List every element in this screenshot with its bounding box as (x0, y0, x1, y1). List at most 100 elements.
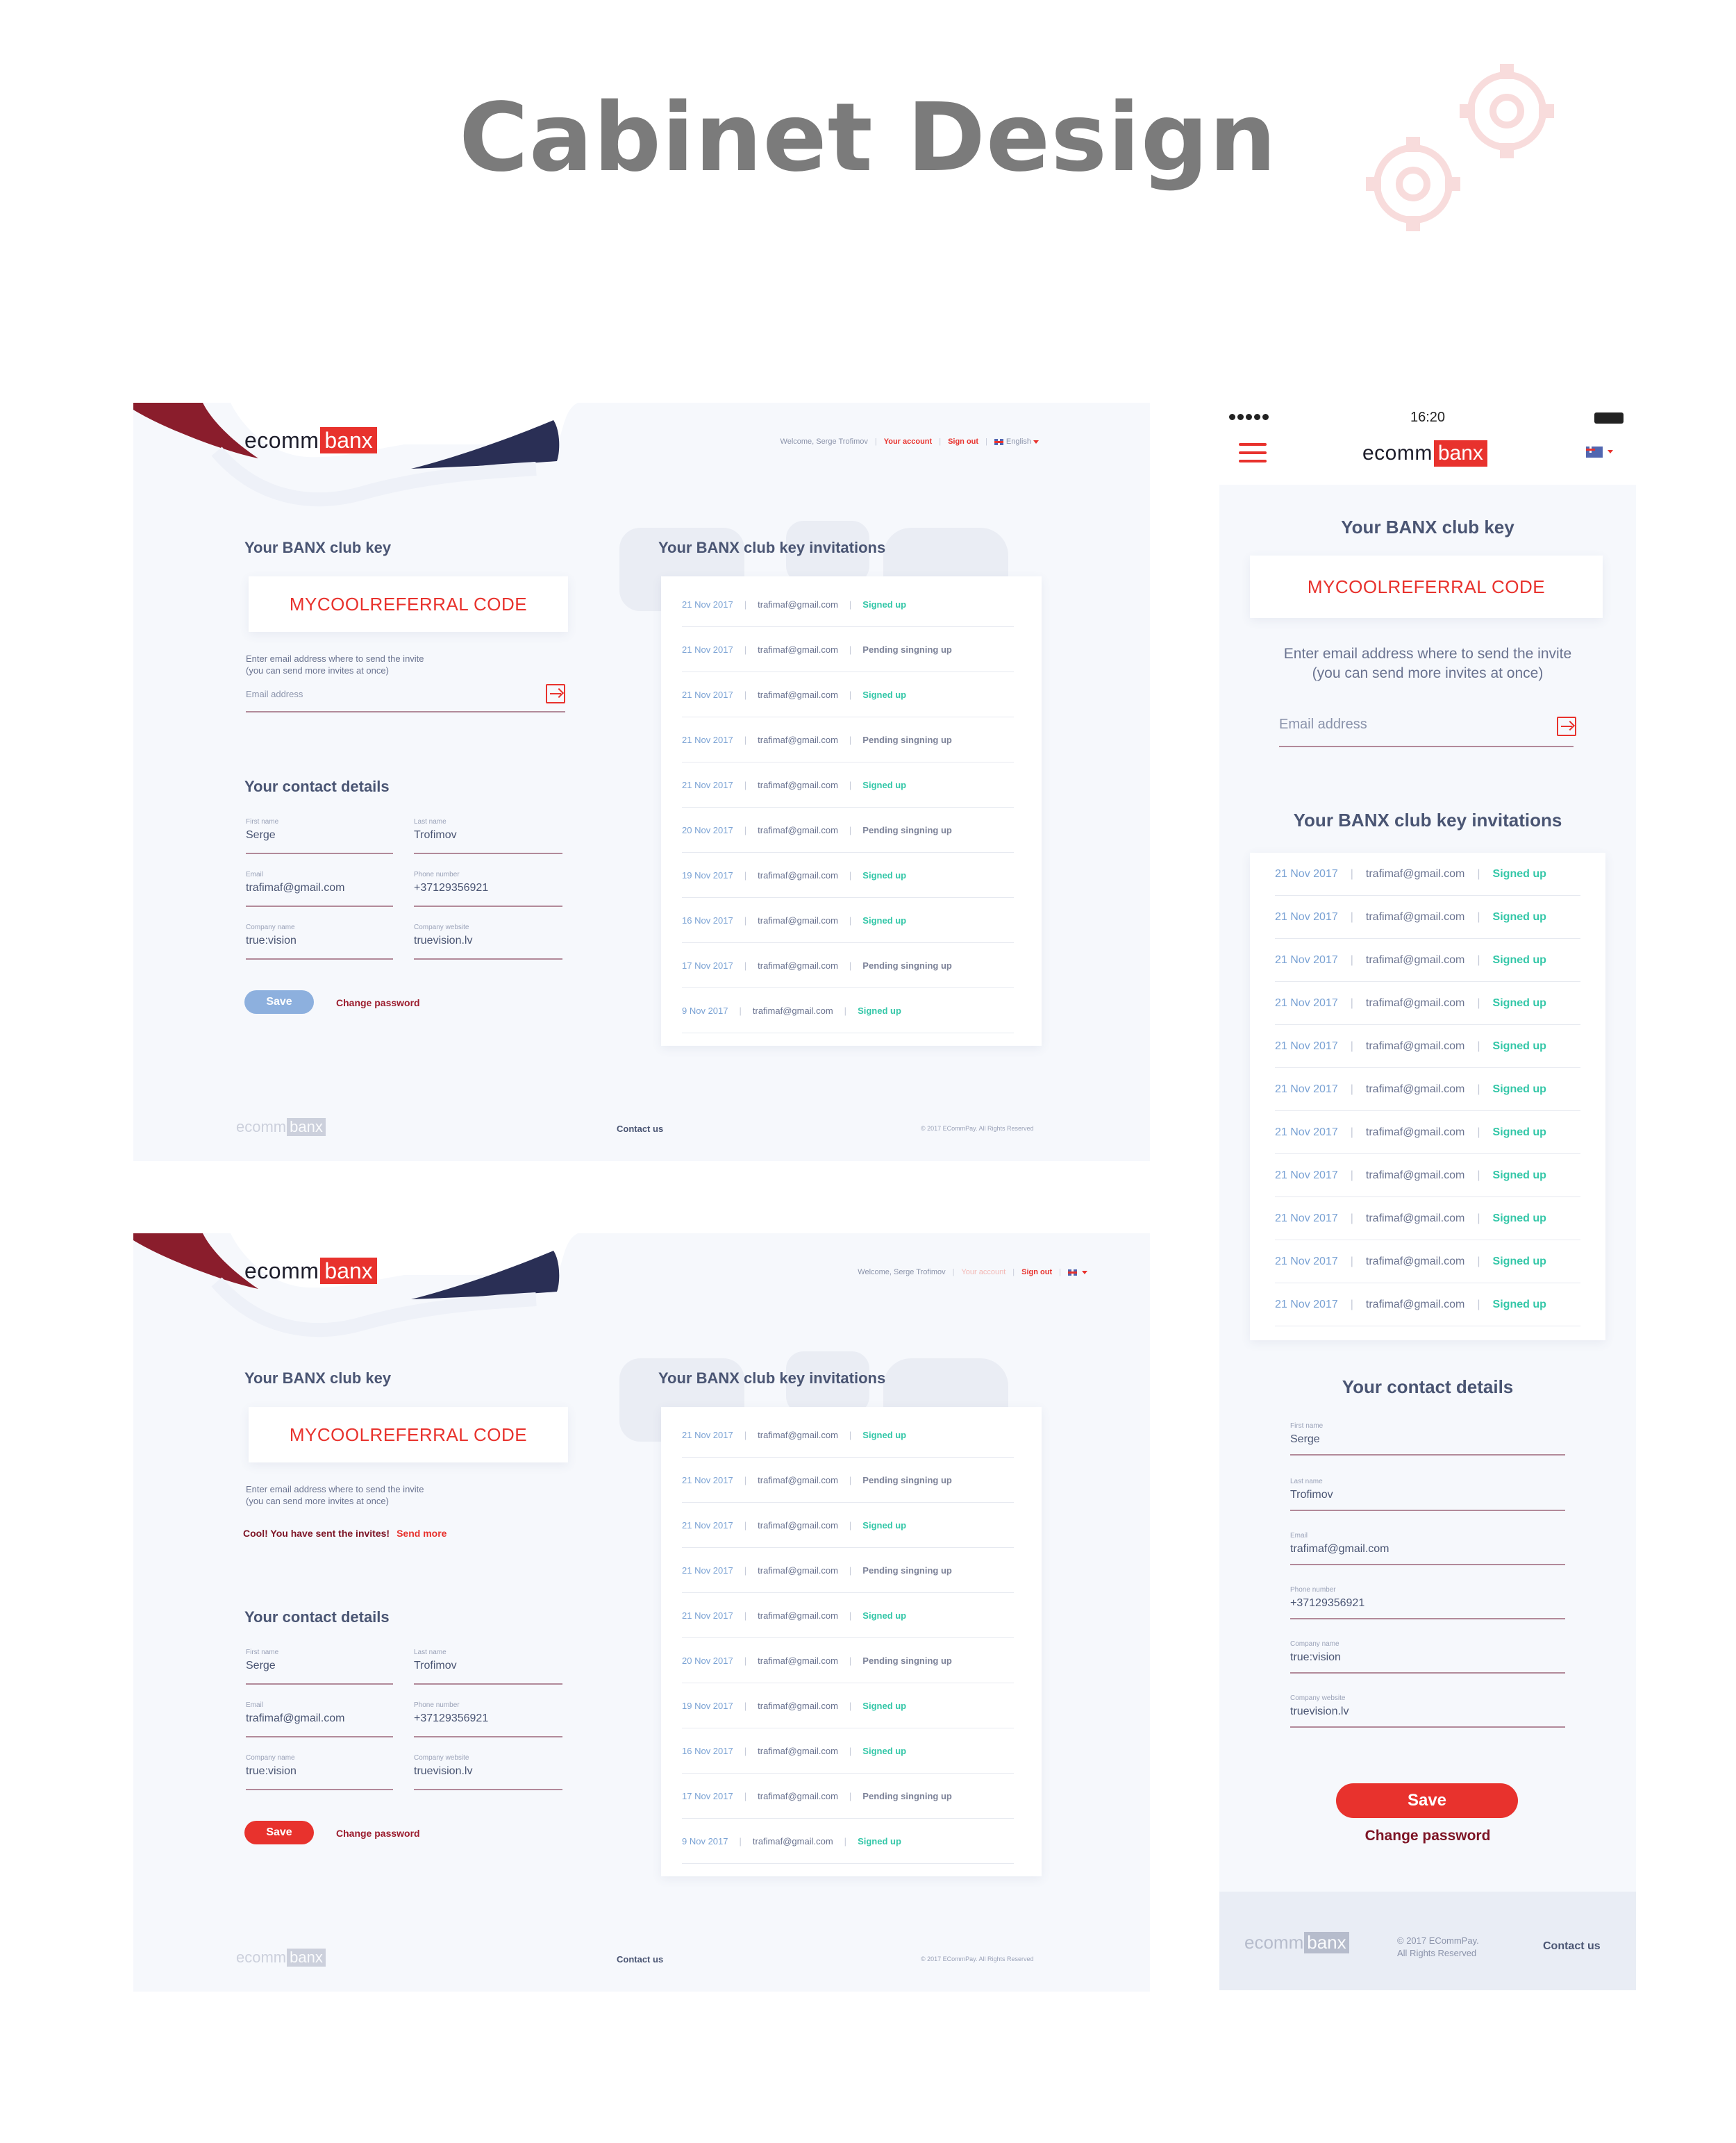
company-website-field[interactable]: Company website truevision.lv (414, 1754, 562, 1790)
contact-us-link[interactable]: Contact us (617, 1124, 663, 1134)
row-separator: | (849, 1790, 852, 1801)
last-name-field[interactable]: Last name Trofimov (414, 818, 562, 854)
change-password-link[interactable]: Change password (336, 1828, 420, 1839)
invitation-email: trafimaf@gmail.com (1365, 1040, 1465, 1052)
row-separator: | (1350, 953, 1353, 966)
last-name-field[interactable]: Last name Trofimov (1290, 1478, 1565, 1511)
row-separator: | (744, 734, 747, 745)
sign-out-link[interactable]: Sign out (1021, 1268, 1052, 1276)
chevron-down-icon (1082, 1270, 1087, 1274)
sign-out-link[interactable]: Sign out (948, 437, 978, 446)
invitation-date: 17 Nov 2017 (682, 960, 733, 971)
brand-logo[interactable]: ecomm banx (1362, 440, 1487, 467)
hamburger-menu-icon[interactable] (1239, 443, 1267, 464)
company-name-field[interactable]: Company name true:vision (1290, 1640, 1565, 1674)
invitation-email: trafimaf@gmail.com (758, 1565, 838, 1576)
uk-flag-icon (994, 438, 1003, 445)
referral-code-box[interactable]: MYCOOLREFERRAL CODE (249, 1407, 568, 1462)
language-select[interactable] (1068, 1268, 1087, 1276)
invitation-status: Signed up (1492, 1298, 1546, 1310)
language-select[interactable] (1586, 446, 1613, 458)
copyright-text: © 2017 ECommPay. All Rights Reserved (921, 1125, 1034, 1132)
last-name-field[interactable]: Last name Trofimov (414, 1649, 562, 1685)
invite-hint: Enter email address where to send the in… (246, 1484, 424, 1506)
copyright-text: © 2017 ECommPay. All Rights Reserved (921, 1956, 1034, 1962)
phone-field[interactable]: Phone number +37129356921 (414, 1701, 562, 1737)
invitation-date: 21 Nov 2017 (1275, 1126, 1338, 1138)
invitation-status: Signed up (862, 869, 907, 881)
invitations-title: Your BANX club key invitations (658, 539, 886, 556)
referral-code-box[interactable]: MYCOOLREFERRAL CODE (1250, 556, 1603, 618)
save-button[interactable]: Save (1336, 1783, 1518, 1818)
footer-logo[interactable]: ecomm banx (236, 1949, 326, 1967)
row-separator: | (744, 1519, 747, 1531)
row-separator: | (744, 1610, 747, 1621)
change-password-link[interactable]: Change password (336, 997, 420, 1008)
invitation-row: 17 Nov 2017 | trafimaf@gmail.com | Pending s… (682, 1774, 1014, 1819)
invitation-email: trafimaf@gmail.com (758, 1519, 838, 1531)
invite-email-field[interactable]: Email address (1279, 717, 1574, 747)
invitation-status: Pending singning up (862, 1474, 952, 1485)
invitation-status: Signed up (1492, 867, 1546, 880)
company-name-field[interactable]: Company name true:vision (246, 924, 393, 960)
company-name-field[interactable]: Company name true:vision (246, 1754, 393, 1790)
invitation-status: Signed up (862, 1700, 907, 1711)
invitation-date: 21 Nov 2017 (1275, 1298, 1338, 1310)
first-name-field[interactable]: First name Serge (246, 818, 393, 854)
referral-code-box[interactable]: MYCOOLREFERRAL CODE (249, 576, 568, 632)
invitation-status: Signed up (1492, 997, 1546, 1009)
invitation-status: Signed up (1492, 1083, 1546, 1095)
contact-us-link[interactable]: Contact us (1543, 1940, 1601, 1953)
row-separator: | (744, 1790, 747, 1801)
invitation-status: Pending singning up (862, 734, 952, 745)
invitation-email: trafimaf@gmail.com (1365, 1255, 1465, 1267)
nav-separator: | (874, 437, 877, 446)
welcome-text: Welcome, Serge Trofimov (858, 1268, 946, 1276)
invitation-email: trafimaf@gmail.com (1365, 1169, 1465, 1181)
phone-field[interactable]: Phone number +37129356921 (414, 871, 562, 907)
your-account-link[interactable]: Your account (961, 1268, 1005, 1276)
invitation-email: trafimaf@gmail.com (758, 599, 838, 610)
invite-email-field[interactable]: Email address (246, 689, 565, 712)
invitation-status: Pending singning up (862, 824, 952, 835)
company-website-field[interactable]: Company website truevision.lv (1290, 1694, 1565, 1728)
email-field[interactable]: Email trafimaf@gmail.com (246, 871, 393, 907)
email-field[interactable]: Email trafimaf@gmail.com (1290, 1532, 1565, 1565)
invitation-status: Signed up (862, 779, 907, 790)
email-field[interactable]: Email trafimaf@gmail.com (246, 1701, 393, 1737)
save-button[interactable]: Save (244, 990, 314, 1014)
company-website-field[interactable]: Company website truevision.lv (414, 924, 562, 960)
invitation-row: 21 Nov 2017 | trafimaf@gmail.com | Pending s… (682, 627, 1014, 672)
invitation-date: 21 Nov 2017 (682, 644, 733, 655)
first-name-field[interactable]: First name Serge (1290, 1422, 1565, 1456)
change-password-link[interactable]: Change password (1219, 1828, 1636, 1844)
footer-logo[interactable]: ecomm banx (236, 1118, 326, 1136)
invitations-list: 21 Nov 2017 | trafimaf@gmail.com | Signed up… (661, 576, 1042, 1046)
invitation-row: 21 Nov 2017 | trafimaf@gmail.com | Signed up (1275, 1197, 1580, 1240)
invitation-date: 21 Nov 2017 (682, 1519, 733, 1531)
language-select[interactable]: English (994, 437, 1039, 446)
top-nav: Welcome, Serge Trofimov | Your account |… (858, 1268, 1087, 1276)
contact-details-title: Your contact details (1342, 1376, 1514, 1397)
brand-logo[interactable]: ecomm banx (244, 427, 377, 453)
row-separator: | (849, 869, 852, 881)
row-separator: | (849, 1610, 852, 1621)
send-invite-icon[interactable] (1557, 717, 1576, 736)
contact-us-link[interactable]: Contact us (617, 1954, 663, 1965)
first-name-field[interactable]: First name Serge (246, 1649, 393, 1685)
nav-separator: | (1059, 1268, 1061, 1276)
invitation-status: Signed up (862, 1429, 907, 1440)
brand-logo[interactable]: ecomm banx (244, 1258, 377, 1284)
send-invite-icon[interactable] (546, 684, 565, 703)
phone-field[interactable]: Phone number +37129356921 (1290, 1586, 1565, 1619)
invitation-row: 19 Nov 2017 | trafimaf@gmail.com | Signed up (682, 1683, 1014, 1728)
your-account-link[interactable]: Your account (884, 437, 932, 446)
row-separator: | (1477, 1255, 1480, 1267)
footer-logo[interactable]: ecomm banx (1244, 1932, 1349, 1953)
row-separator: | (849, 599, 852, 610)
invitation-row: 21 Nov 2017 | trafimaf@gmail.com | Signed up (1275, 1111, 1580, 1154)
invitations-list: 21 Nov 2017 | trafimaf@gmail.com | Signed up… (1250, 853, 1605, 1340)
row-separator: | (849, 1745, 852, 1756)
save-button[interactable]: Save (244, 1821, 314, 1844)
send-more-link[interactable]: Send more (397, 1528, 446, 1539)
